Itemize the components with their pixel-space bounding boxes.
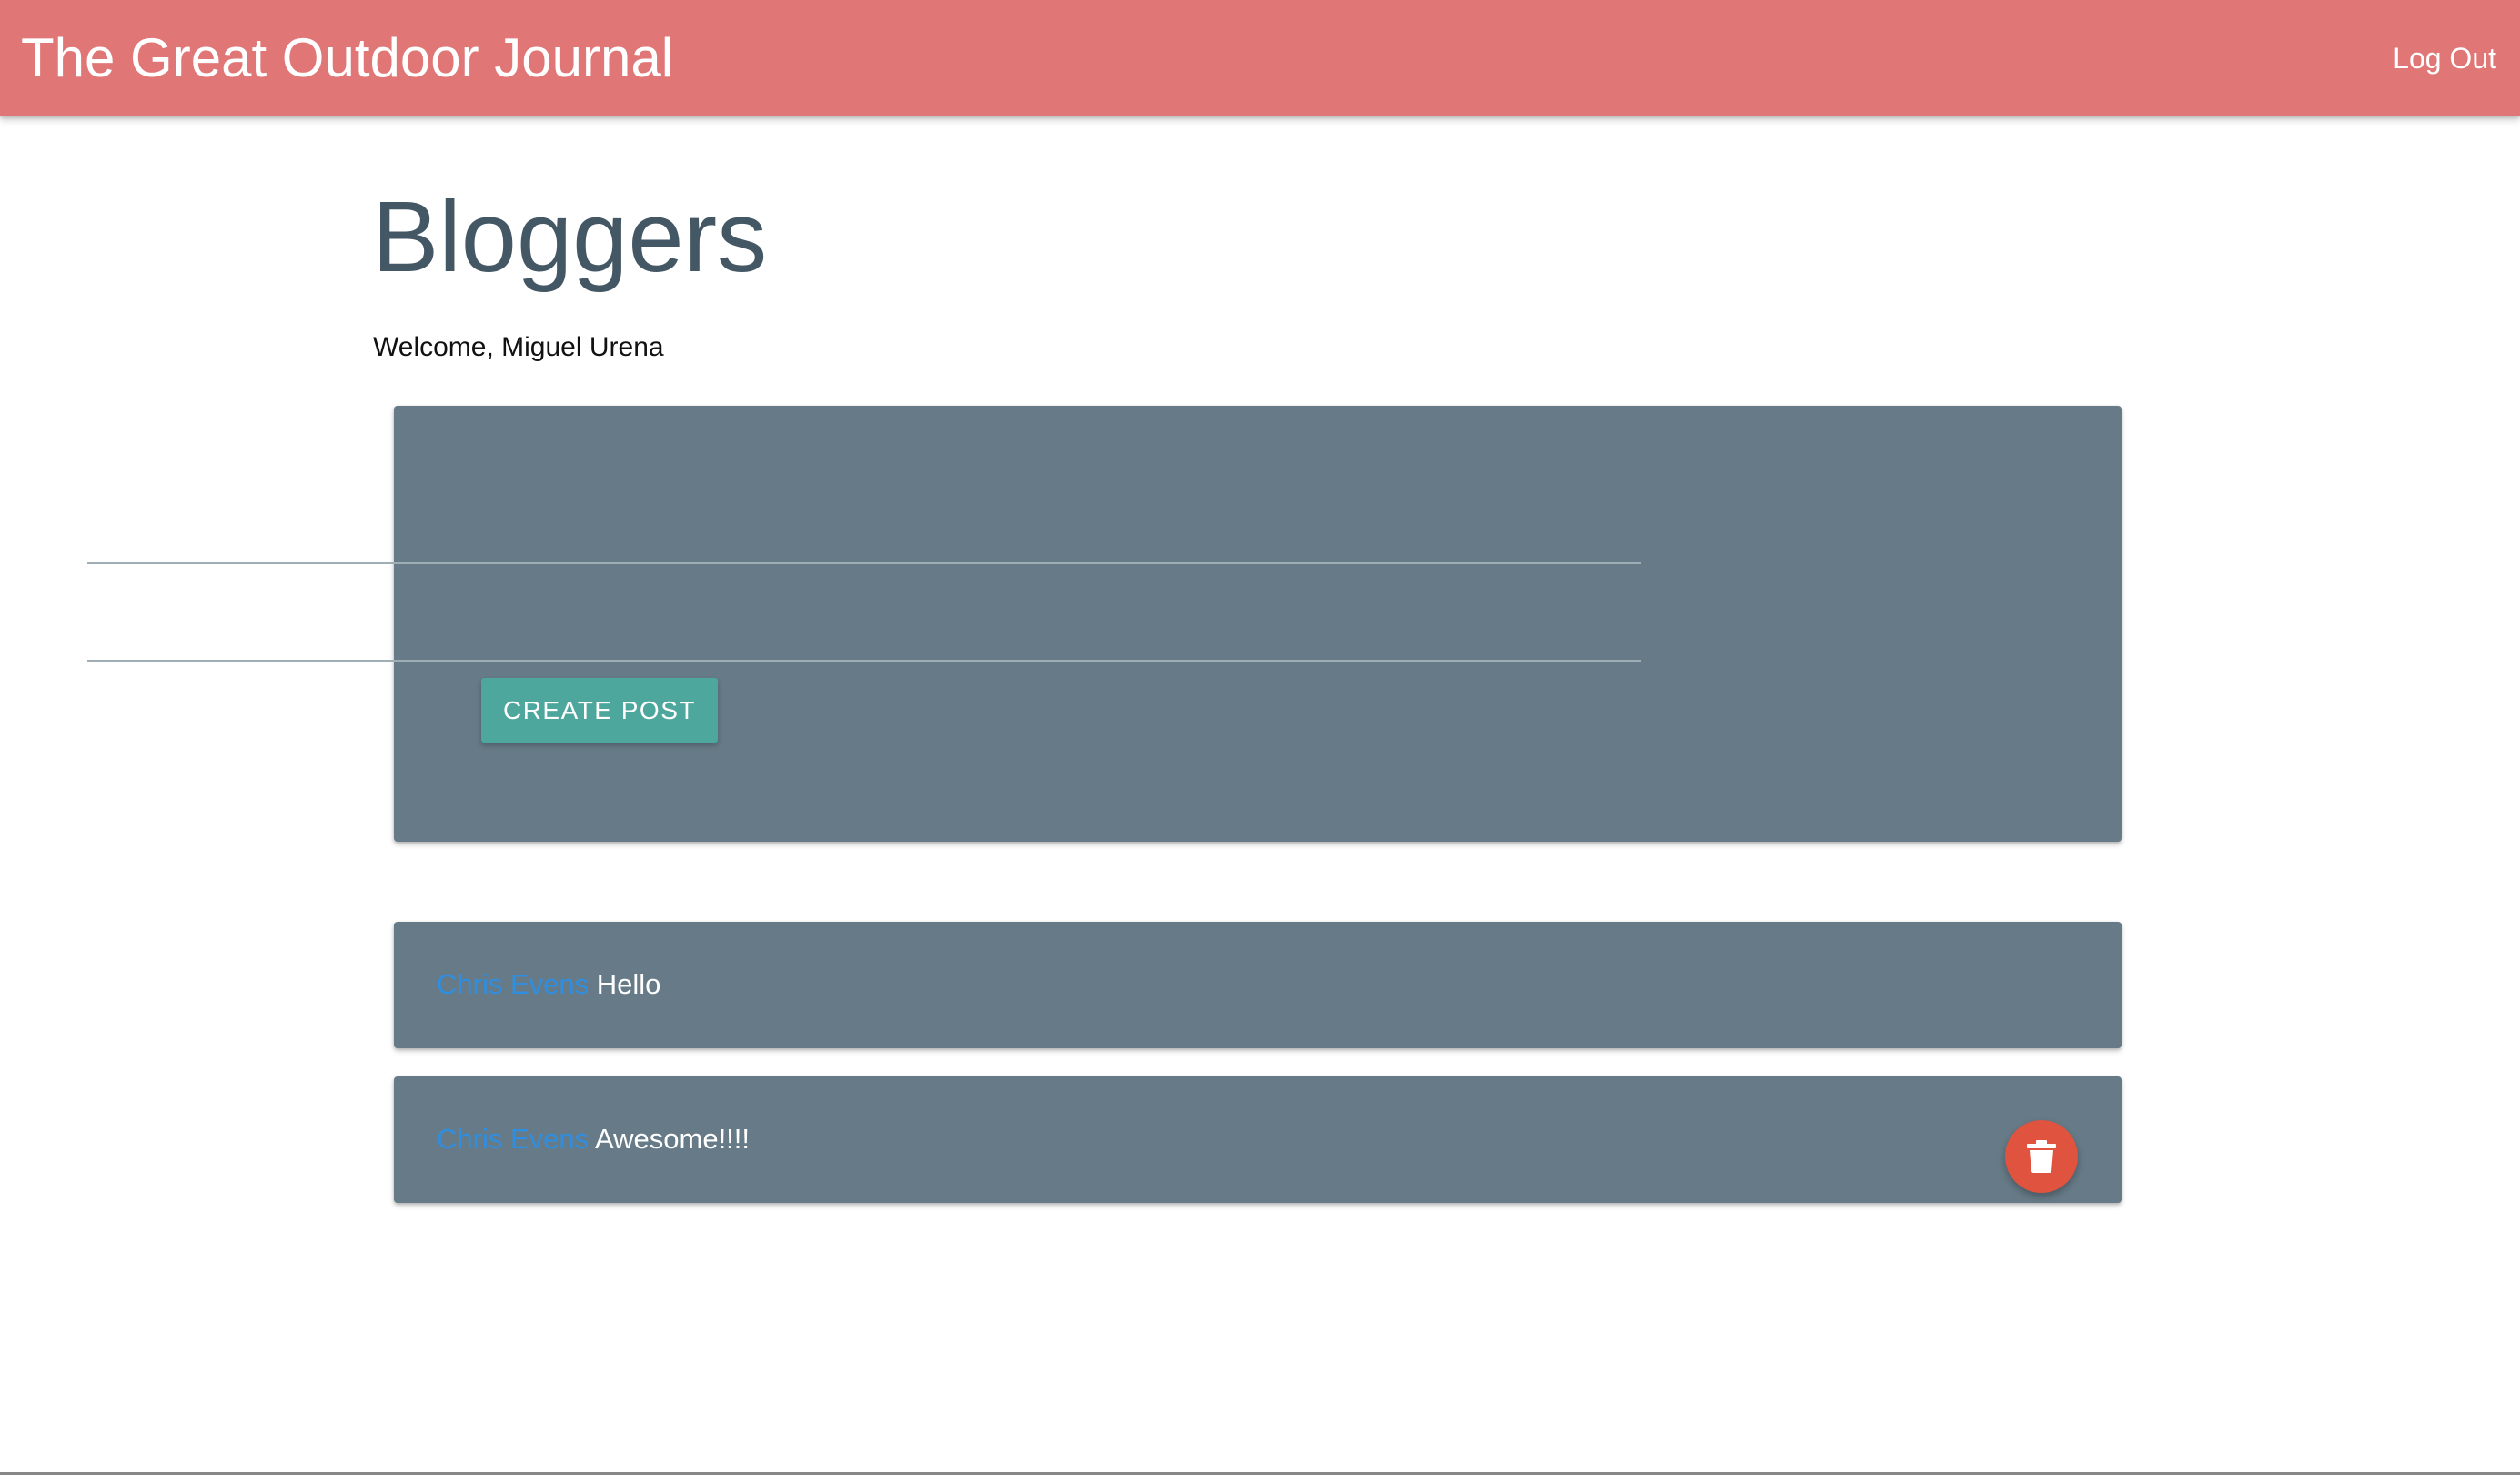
post-author-link[interactable]: Chris Evens: [437, 1123, 589, 1155]
welcome-message: Welcome, Miguel Urena: [373, 332, 664, 362]
post-content: Chris Evens Hello: [437, 965, 660, 1004]
top-navbar: The Great Outdoor Journal Log Out: [0, 0, 2520, 116]
post-title-input[interactable]: [87, 508, 1641, 564]
post-card: Chris Evens Awesome!!!!: [394, 1076, 2122, 1203]
trash-icon: [2027, 1140, 2056, 1173]
post-card: Chris Evens Hello: [394, 922, 2122, 1048]
post-text: Hello: [596, 968, 661, 1000]
page-title: Bloggers: [372, 181, 768, 293]
logout-link[interactable]: Log Out: [2393, 40, 2496, 76]
post-content: Chris Evens Awesome!!!!: [437, 1120, 750, 1158]
delete-post-button[interactable]: [2005, 1120, 2078, 1193]
post-body-input[interactable]: [87, 605, 1641, 662]
post-text: Awesome!!!!: [595, 1123, 751, 1155]
post-author-link[interactable]: Chris Evens: [437, 968, 589, 1000]
app-brand[interactable]: The Great Outdoor Journal: [21, 25, 673, 91]
create-post-button[interactable]: CREATE POST: [481, 678, 718, 743]
